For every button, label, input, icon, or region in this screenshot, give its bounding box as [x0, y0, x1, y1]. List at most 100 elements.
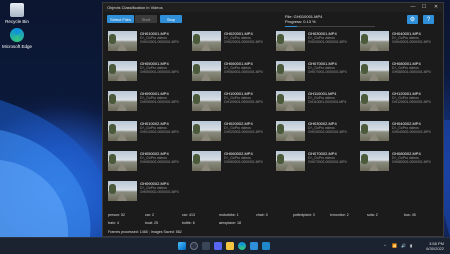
item-meta: GH020002.MP4 D:\_GoPro videos GH020002-000… — [224, 121, 263, 135]
result-item[interactable]: GH070001.MP4 D:\_GoPro videos GH070001-000… — [274, 61, 356, 89]
item-meta: GH040002.MP4 D:\_GoPro videos GH040002-000… — [392, 121, 431, 135]
count-entry: car: 413 — [182, 213, 195, 217]
taskbar-clock[interactable]: 3:58 PM 6/30/2022 — [426, 241, 444, 251]
item-detail: GH020002-0000001.MP4 — [224, 130, 263, 135]
close-button[interactable]: ✕ — [431, 4, 441, 10]
thumbnail-tree — [361, 124, 368, 134]
file-explorer-icon[interactable] — [226, 242, 234, 250]
window-title: Objects Classification in Videos — [107, 5, 163, 10]
windows-start-icon[interactable] — [178, 242, 186, 250]
item-meta: GH040001.MP4 D:\_GoPro videos GH040001-000… — [392, 31, 431, 45]
video-thumbnail — [360, 121, 389, 141]
count-entry: motorbike: 1 — [219, 213, 239, 217]
result-item[interactable]: GH030001.MP4 D:\_GoPro videos GH030001-000… — [274, 31, 356, 59]
app-taskbar-icon[interactable] — [262, 242, 270, 250]
gear-icon: ⚙ — [409, 17, 416, 23]
thumbnail-tree — [193, 154, 200, 164]
result-item[interactable]: GH060001.MP4 D:\_GoPro videos GH060001-000… — [190, 61, 272, 89]
item-meta: GH060002.MP4 D:\_GoPro videos GH060002-000… — [224, 151, 263, 165]
result-item[interactable]: GH120001.MP4 D:\_GoPro videos GH120001-000… — [358, 91, 440, 119]
result-item[interactable]: GH030002.MP4 D:\_GoPro videos GH030002-000… — [274, 121, 356, 149]
desktop-icon-edge[interactable]: Microsoft Edge — [2, 28, 32, 49]
settings-button[interactable]: ⚙ — [407, 15, 418, 24]
minimize-button[interactable]: — — [408, 4, 418, 10]
store-icon[interactable] — [250, 242, 258, 250]
item-meta: GH090002.MP4 D:\_GoPro videos GH090002-000… — [140, 181, 179, 195]
count-entry: sofa: 2 — [367, 213, 378, 217]
help-button[interactable]: ? — [423, 15, 434, 24]
thumbnail-road — [201, 131, 211, 141]
result-item[interactable]: GH090002.MP4 D:\_GoPro videos GH090002-000… — [106, 181, 188, 209]
thumbnail-road — [285, 71, 295, 81]
result-item[interactable]: GH080002.MP4 D:\_GoPro videos GH080002-000… — [358, 151, 440, 179]
help-icon: ? — [426, 16, 431, 23]
thumbnail-road — [201, 101, 211, 111]
thumbnail-road — [117, 191, 127, 201]
volume-icon[interactable]: 🔊 — [401, 243, 406, 248]
result-item[interactable]: GH020002.MP4 D:\_GoPro videos GH020002-000… — [190, 121, 272, 149]
count-value: 2 — [375, 213, 378, 217]
count-label: motorbike: — [219, 213, 236, 217]
item-detail: GH010002-0000001.MP4 — [140, 130, 179, 135]
desktop-icon-label: Microsoft Edge — [2, 44, 33, 49]
result-item[interactable]: GH040002.MP4 D:\_GoPro videos GH040002-000… — [358, 121, 440, 149]
count-label: person: — [108, 213, 120, 217]
maximize-button[interactable]: ☐ — [419, 4, 429, 10]
result-item[interactable]: GH010001.MP4 D:\_GoPro videos GH010001-000… — [106, 31, 188, 59]
result-item[interactable]: GH050002.MP4 D:\_GoPro videos GH050002-000… — [106, 151, 188, 179]
result-item[interactable]: GH040001.MP4 D:\_GoPro videos GH040001-000… — [358, 31, 440, 59]
thumbnail-tree — [109, 184, 116, 194]
count-label: boat: — [145, 221, 153, 225]
count-value: 2 — [152, 213, 154, 217]
item-meta: GH110001.MP4 D:\_GoPro videos GH110001-000… — [308, 91, 346, 105]
thumbnail-road — [201, 161, 211, 171]
item-detail: GH040002-0000001.MP4 — [392, 130, 431, 135]
count-label: chair: — [256, 213, 265, 217]
search-icon[interactable] — [190, 242, 198, 250]
result-item[interactable]: GH060002.MP4 D:\_GoPro videos GH060002-000… — [190, 151, 272, 179]
select-files-button[interactable]: Select Files — [107, 15, 134, 23]
desktop-icon-recycle-bin[interactable]: Recycle Bin — [2, 3, 32, 24]
result-item[interactable]: GH070002.MP4 D:\_GoPro videos GH070002-000… — [274, 151, 356, 179]
thumbnail-road — [201, 71, 211, 81]
count-label: pottedplant: — [293, 213, 312, 217]
count-value: 52 — [121, 213, 125, 217]
wifi-icon[interactable]: 📶 — [392, 243, 397, 248]
result-item[interactable]: GH090001.MP4 D:\_GoPro videos GH090001-000… — [106, 91, 188, 119]
stop-button[interactable]: Stop — [160, 15, 182, 23]
task-view-icon[interactable] — [202, 242, 210, 250]
count-label: tvmonitor: — [330, 213, 346, 217]
thumbnail-tree — [109, 154, 116, 164]
app-window: Objects Classification in Videos — ☐ ✕ S… — [102, 2, 444, 237]
result-item[interactable]: GH010002.MP4 D:\_GoPro videos GH010002-000… — [106, 121, 188, 149]
item-meta: GH070001.MP4 D:\_GoPro videos GH070001-000… — [308, 61, 347, 75]
edge-taskbar-icon[interactable] — [238, 242, 246, 250]
video-thumbnail — [360, 91, 389, 111]
result-item[interactable]: GH020001.MP4 D:\_GoPro videos GH020001-000… — [190, 31, 272, 59]
battery-icon[interactable]: ▮ — [410, 243, 412, 248]
item-detail: GH030002-0000001.MP4 — [308, 130, 347, 135]
thumbnail-tree — [277, 64, 284, 74]
item-detail: GH030001-0000001.MP4 — [308, 40, 347, 45]
item-detail: GH010001-0000001.MP4 — [140, 40, 179, 45]
count-label: car: — [182, 213, 188, 217]
video-thumbnail — [108, 151, 137, 171]
count-value: 1 — [236, 213, 239, 217]
tray-chevron-icon[interactable]: ^ — [384, 243, 386, 248]
video-thumbnail — [360, 151, 389, 171]
count-entry: bottle: 6 — [182, 221, 195, 225]
count-label: aeroplane: — [219, 221, 236, 225]
result-item[interactable]: GH110001.MP4 D:\_GoPro videos GH110001-000… — [274, 91, 356, 119]
item-meta: GH050001.MP4 D:\_GoPro videos GH050001-000… — [140, 61, 179, 75]
result-item[interactable]: GH100001.MP4 D:\_GoPro videos GH100001-000… — [190, 91, 272, 119]
chat-icon[interactable] — [214, 242, 222, 250]
result-item[interactable]: GH080001.MP4 D:\_GoPro videos GH080001-000… — [358, 61, 440, 89]
count-label: bus: — [404, 213, 411, 217]
video-thumbnail — [360, 31, 389, 51]
thumbnail-tree — [109, 34, 116, 44]
result-item[interactable]: GH050001.MP4 D:\_GoPro videos GH050001-000… — [106, 61, 188, 89]
start-button[interactable]: Start — [135, 15, 157, 23]
video-thumbnail — [192, 91, 221, 111]
title-bar: Objects Classification in Videos — ☐ ✕ — [103, 3, 443, 12]
video-thumbnail — [276, 61, 305, 81]
